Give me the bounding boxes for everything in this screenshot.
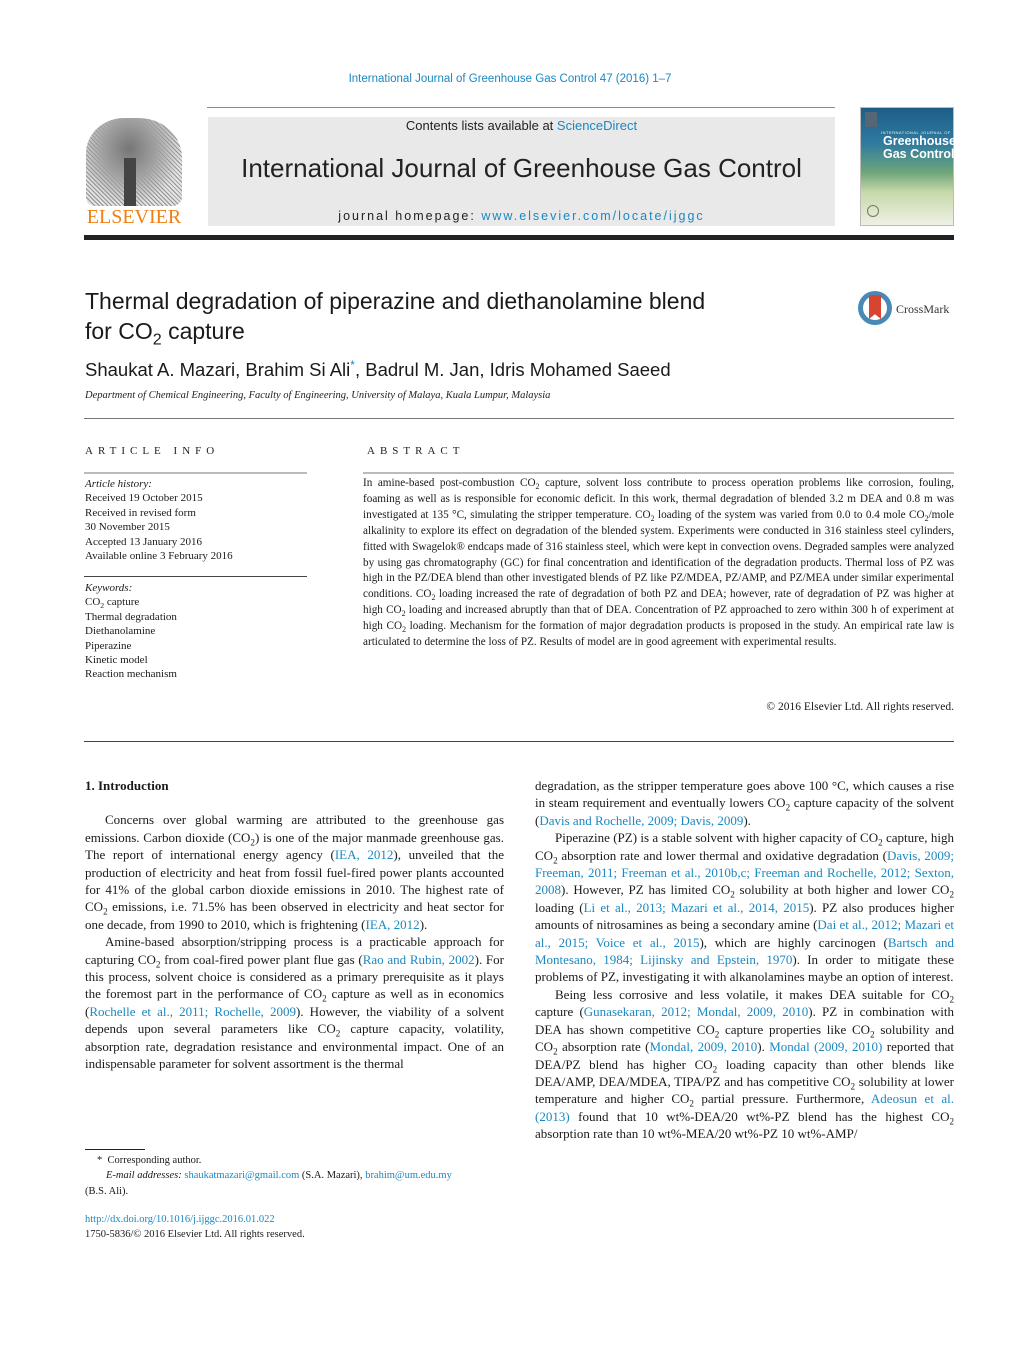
elsevier-wordmark: ELSEVIER — [86, 206, 182, 228]
keyword-item: Kinetic model — [85, 654, 148, 667]
journal-citation-link[interactable]: International Journal of Greenhouse Gas … — [0, 73, 1020, 85]
section-title: 1. Introduction — [85, 778, 169, 793]
issn-line: 1750-5836/© 2016 Elsevier Ltd. All right… — [85, 1229, 305, 1240]
keywords-divider — [84, 576, 307, 577]
footnote-divider — [85, 1149, 145, 1150]
citation-link[interactable]: Rao and Rubin, 2002 — [363, 952, 475, 967]
citation-link[interactable]: Davis, 2009; Freeman, 2011; Freeman et a… — [535, 848, 954, 898]
email1-name: (S.A. Mazari), — [299, 1170, 366, 1182]
abstract-divider — [363, 472, 954, 474]
journal-cover-image[interactable]: INTERNATIONAL JOURNAL OF Greenhouse Gas C… — [860, 107, 956, 226]
title-line2-pre: for CO — [85, 318, 153, 344]
history-item: Available online 3 February 2016 — [85, 550, 233, 563]
footnote-star: * — [97, 1155, 103, 1166]
citation-link[interactable]: IEA, 2012 — [366, 917, 420, 932]
body-paragraph: Piperazine (PZ) is a stable solvent with… — [535, 830, 955, 985]
keyword-item: Piperazine — [85, 639, 132, 652]
body-paragraph: Being less corrosive and less volatile, … — [535, 986, 954, 1142]
title-line2-post: capture — [161, 318, 245, 344]
keyword-item: CO2 capture — [85, 596, 140, 611]
journal-title: International Journal of Greenhouse Gas … — [241, 153, 802, 183]
history-item: Accepted 13 January 2016 — [85, 535, 202, 548]
contents-line: Contents lists available at ScienceDirec… — [208, 118, 835, 133]
header-divider — [207, 107, 835, 108]
citation-link[interactable]: IEA, 2012 — [335, 847, 394, 862]
history-item: 30 November 2015 — [85, 521, 170, 534]
homepage-prefix: journal homepage: — [338, 209, 482, 223]
cover-seal-icon — [867, 205, 879, 217]
cover-logo-icon — [865, 112, 877, 127]
citation-link[interactable]: Rochelle et al., 2011; Rochelle, 2009 — [89, 1004, 296, 1019]
abstract-bottom-divider — [84, 741, 954, 742]
homepage-line: journal homepage: www.elsevier.com/locat… — [208, 209, 835, 223]
history-item: Received 19 October 2015 — [85, 492, 203, 505]
citation-link[interactable]: Mondal (2009, 2010) — [769, 1039, 882, 1054]
history-label: Article history: — [85, 478, 152, 490]
right-paragraphs: degradation, as the stripper temperature… — [535, 777, 954, 1143]
crossmark-label: CrossMark — [896, 302, 950, 316]
journal-masthead: Contents lists available at ScienceDirec… — [208, 117, 835, 226]
body-column-left: 1. Introduction Concerns over global war… — [85, 777, 504, 1073]
affiliation: Department of Chemical Engineering, Facu… — [85, 390, 551, 401]
contents-prefix: Contents lists available at — [405, 118, 557, 133]
abstract-copyright: © 2016 Elsevier Ltd. All rights reserved… — [766, 701, 954, 713]
cover-title-line1: Greenhouse — [883, 134, 956, 148]
footnote: * Corresponding author. E-mail addresses… — [85, 1153, 505, 1199]
authors-text: Shaukat A. Mazari, Brahim Si Ali — [85, 359, 351, 381]
article-history: Article history: Received 19 October 201… — [85, 477, 233, 563]
keyword-item: Reaction mechanism — [85, 668, 177, 681]
citation-link[interactable]: Adeosun et al. (2013) — [535, 1091, 954, 1123]
keywords-list: Keywords: CO2 capture Thermal degradatio… — [85, 581, 177, 682]
abstract-text: In amine-based post-combustion CO2 captu… — [363, 477, 955, 649]
email-link-mazari[interactable]: shaukatmazari@gmail.com — [184, 1170, 299, 1181]
abstract-heading: ABSTRACT — [367, 445, 465, 457]
title-subscript: 2 — [152, 330, 162, 349]
keyword-item: Thermal degradation — [85, 610, 177, 623]
keywords-label: Keywords: — [85, 582, 133, 594]
article-info-heading: ARTICLE INFO — [85, 445, 220, 457]
tree-trunk-icon — [124, 158, 136, 206]
title-divider — [84, 418, 954, 419]
body-paragraph: Amine-based absorption/stripping process… — [85, 934, 505, 1072]
title-line1: Thermal degradation of piperazine and di… — [85, 288, 706, 314]
elsevier-logo[interactable]: ELSEVIER — [84, 118, 184, 228]
email-link-ali[interactable]: brahim@um.edu.my — [365, 1170, 452, 1181]
email2-name: (B.S. Ali). — [85, 1185, 129, 1197]
authors-text-rest: , Badrul M. Jan, Idris Mohamed Saeed — [354, 359, 671, 381]
keyword-item: Diethanolamine — [85, 625, 156, 638]
body-paragraph: degradation, as the stripper temperature… — [535, 778, 954, 828]
body-column-right: degradation, as the stripper temperature… — [535, 777, 954, 1143]
left-paragraphs: Concerns over global warming are attribu… — [85, 811, 504, 1072]
body-paragraph: Concerns over global warming are attribu… — [85, 812, 504, 932]
sciencedirect-link[interactable]: ScienceDirect — [557, 118, 637, 133]
cover-title-line2: Gas Control — [883, 147, 955, 161]
crossmark-button[interactable]: CrossMark — [858, 291, 958, 331]
crossmark-icon — [858, 291, 892, 325]
journal-homepage-link[interactable]: www.elsevier.com/locate/ijggc — [481, 209, 704, 223]
corresponding-author-note: Corresponding author. — [107, 1155, 202, 1166]
citation-link[interactable]: Li et al., 2013; Mazari et al., 2014, 20… — [584, 900, 810, 915]
citation-link[interactable]: Mondal, 2009, 2010 — [650, 1039, 758, 1054]
author-list: Shaukat A. Mazari, Brahim Si Ali*, Badru… — [85, 358, 671, 381]
doi-block: http://dx.doi.org/10.1016/j.ijggc.2016.0… — [85, 1212, 305, 1242]
citation-link[interactable]: Gunasekaran, 2012; Mondal, 2009, 2010 — [584, 1004, 808, 1019]
citation-link[interactable]: Davis and Rochelle, 2009; Davis, 2009 — [539, 813, 743, 828]
article-title: Thermal degradation of piperazine and di… — [85, 286, 785, 349]
header-thick-divider — [84, 235, 954, 240]
doi-link[interactable]: http://dx.doi.org/10.1016/j.ijggc.2016.0… — [85, 1214, 275, 1225]
article-info-divider — [84, 472, 307, 474]
cover-title: Greenhouse Gas Control — [883, 135, 956, 161]
email-label: E-mail addresses: — [106, 1170, 182, 1182]
history-item: Received in revised form — [85, 506, 196, 519]
